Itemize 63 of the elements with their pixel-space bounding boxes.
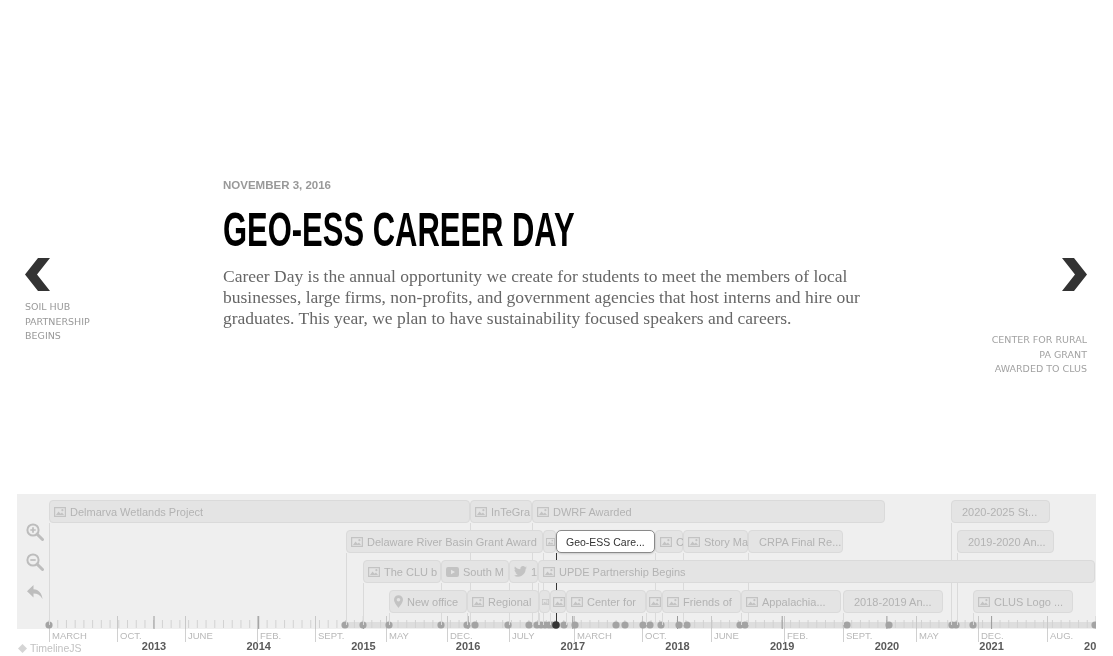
axis-year-label: 20 [1084,639,1097,653]
picture-icon [543,566,555,577]
axis-month-label: SEPT. [315,629,345,642]
slide-date: NOVEMBER 3, 2016 [223,178,331,192]
picture-icon [472,596,484,607]
axis-year-label: 2016 [455,639,481,653]
picture-icon [688,536,700,547]
timeline-marker[interactable] [550,590,566,613]
chevron-left-icon [25,258,51,291]
axis-month-label: JULY [509,629,535,642]
picture-icon [542,598,549,605]
axis-month-label: DEC. [447,629,473,642]
axis-month-label: MARCH [574,629,612,642]
picture-icon [368,566,380,577]
axis-year-label: 2020 [874,639,900,653]
axis-month-label: MAY [916,629,939,642]
bird-icon [514,566,527,577]
axis-month-label: MARCH [49,629,87,642]
back-arrow-icon[interactable] [26,583,44,601]
picture-icon [746,596,758,607]
picture-icon [537,506,549,517]
axis-year-label: 2014 [246,639,271,653]
axis-month-label: DEC. [978,629,1004,642]
axis-year-label: 2021 [979,639,1004,653]
axis-month-label: FEB. [784,629,809,642]
axis-month-label: OCT. [642,629,667,642]
timeline-marker[interactable] [539,590,550,613]
axis-month-label: JUNE [711,629,739,642]
axis-year-label: 2013 [141,639,167,653]
chevron-right-icon [1061,258,1087,291]
axis-month-label: FEB. [257,629,282,642]
axis-year-label: 2017 [560,639,586,653]
axis-month-label: OCT. [117,629,142,642]
picture-icon [571,596,583,607]
picture-icon [475,506,487,517]
picture-icon [546,537,555,546]
next-slide-button[interactable]: CENTER FOR RURAL PA GRANT AWARDED TO CLUS [989,258,1087,377]
axis-year-label: 2018 [665,639,690,653]
slide-headline: GEO-ESS CAREER DAY [223,206,575,254]
zoom-in-icon[interactable] [26,523,44,541]
diamond-icon [18,643,27,653]
picture-icon [649,596,661,607]
picture-icon [978,596,990,607]
video-play-icon [446,566,459,577]
logo-text: TimelineJS [30,642,82,654]
axis-month-label: AUG. [1047,629,1074,642]
slide-text: Career Day is the annual opportunity we create for students to meet the members of local businesses, large firms, non-profits, and government agencies that host interns and hire our graduates. This year, we plan to have sustainability focused speakers and careers. [223,266,861,329]
picture-icon [54,506,66,517]
zoom-out-icon[interactable] [26,553,44,571]
timeline-marker[interactable] [646,590,662,613]
axis-year-label: 2019 [769,639,795,653]
timeline-marker[interactable]: Geo-ESS Care... [556,530,655,553]
map-pin-icon [394,595,403,608]
axis-month-label: MAY [386,629,409,642]
picture-icon [553,596,565,607]
timeline-marker[interactable] [543,530,556,553]
axis-month-label: JUNE [185,629,213,642]
picture-icon [351,536,363,547]
picture-icon [660,536,672,547]
previous-slide-button[interactable]: SOIL HUB PARTNERSHIP BEGINS [25,258,103,344]
axis-month-label: SEPT. [843,629,873,642]
axis-year-label: 2015 [351,639,376,653]
picture-icon [667,596,679,607]
